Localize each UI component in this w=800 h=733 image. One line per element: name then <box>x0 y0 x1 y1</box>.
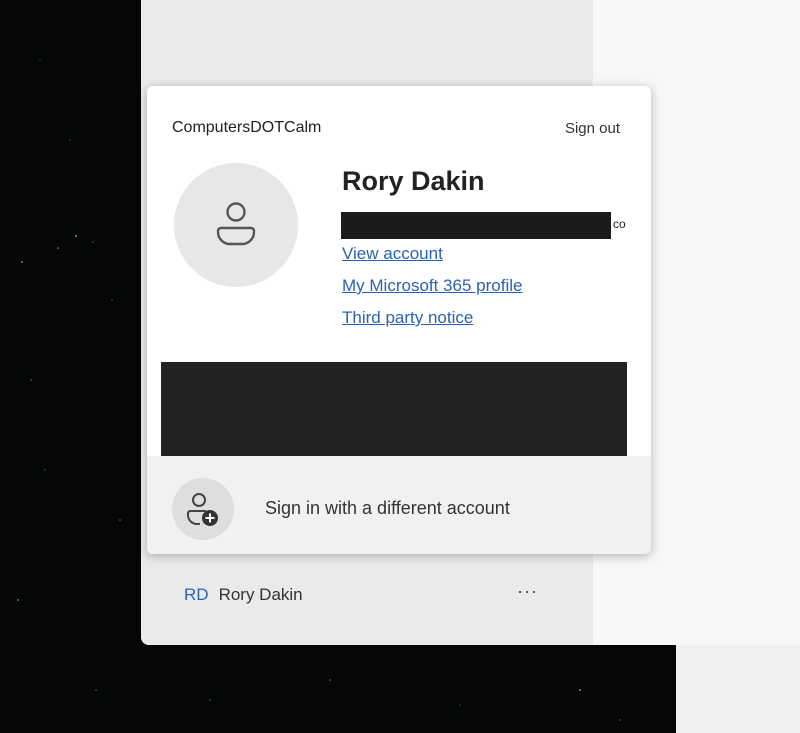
account-manager-card: ComputersDOTCalm Sign out Rory Dakin co … <box>147 86 651 554</box>
email-suffix: co <box>613 217 626 231</box>
organization-name: ComputersDOTCalm <box>172 119 322 136</box>
background-window <box>676 645 800 733</box>
user-display-name: Rory Dakin <box>342 166 485 196</box>
sign-out-button[interactable]: Sign out <box>565 120 620 137</box>
account-name: Rory Dakin <box>218 585 303 604</box>
add-account-avatar <box>172 478 234 540</box>
person-add-icon <box>187 493 218 526</box>
third-party-notice-link[interactable]: Third party notice <box>342 308 473 328</box>
m365-profile-link[interactable]: My Microsoft 365 profile <box>342 276 522 296</box>
account-list-item[interactable]: RD Rory Dakin ··· <box>141 568 593 622</box>
view-account-link[interactable]: View account <box>342 244 443 264</box>
account-initials: RD <box>184 585 209 604</box>
more-options-icon[interactable]: ··· <box>517 581 538 602</box>
redacted-accounts-block <box>161 362 627 456</box>
sign-in-different-account-button[interactable]: Sign in with a different account <box>147 456 651 554</box>
sign-in-different-account-label: Sign in with a different account <box>265 498 510 518</box>
redacted-email <box>341 212 611 239</box>
person-icon <box>216 202 256 246</box>
avatar <box>174 163 298 287</box>
